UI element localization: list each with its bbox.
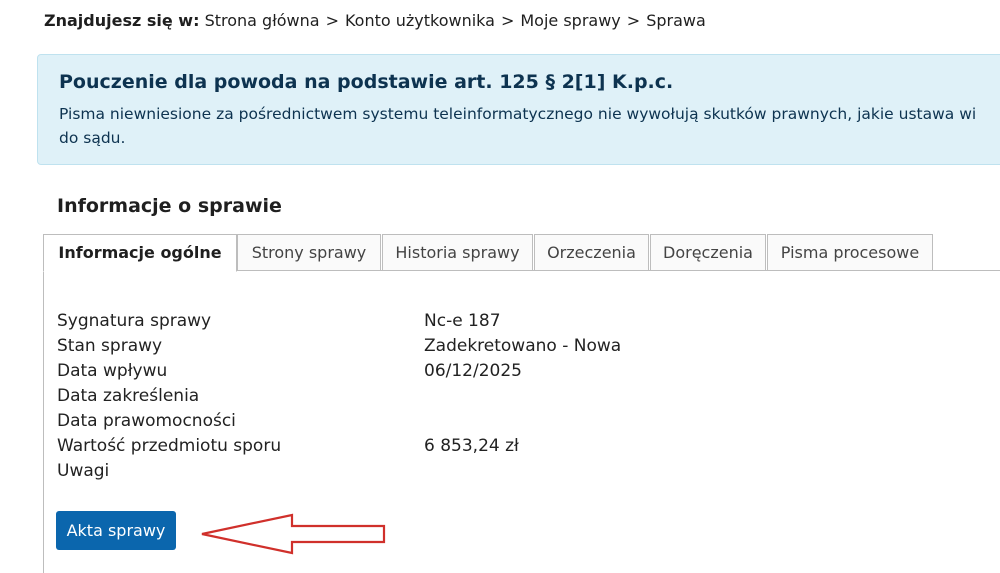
tab-bar: Informacje ogólne Strony sprawy Historia… xyxy=(43,234,1000,272)
breadcrumb-lead: Znajdujesz się w: xyxy=(44,11,200,30)
breadcrumb-separator: > xyxy=(325,11,339,30)
detail-value-status: Zadekretowano - Nowa xyxy=(424,336,622,356)
notice-title: Pouczenie dla powoda na podstawie art. 1… xyxy=(59,71,674,93)
notice-line-1: Pisma niewniesione za pośrednictwem syst… xyxy=(59,105,977,123)
detail-label-filing-date: Data wpływu xyxy=(57,361,168,381)
tab-procedural-documents[interactable]: Pisma procesowe xyxy=(767,234,933,271)
redaction-fade xyxy=(500,312,507,326)
detail-label-dispute-value: Wartość przedmiotu sporu xyxy=(57,436,282,456)
detail-label-status: Stan sprawy xyxy=(57,336,163,356)
detail-label-signature: Sygnatura sprawy xyxy=(57,311,212,331)
panel-border xyxy=(43,271,44,573)
breadcrumb-account-link[interactable]: Konto użytkownika xyxy=(345,11,495,30)
detail-value-signature-text: Nc-e 187 xyxy=(424,311,501,331)
section-title: Informacje o sprawie xyxy=(57,195,282,217)
detail-label-closing-date: Data zakreślenia xyxy=(57,386,200,406)
detail-label-finality-date: Data prawomocności xyxy=(57,411,236,431)
breadcrumb-my-cases-link[interactable]: Moje sprawy xyxy=(520,11,620,30)
breadcrumb-separator: > xyxy=(500,11,515,30)
detail-value-filing-date: 06/12/2025 xyxy=(424,361,522,381)
notice-line-2: do sądu. xyxy=(59,129,126,147)
breadcrumb-separator: > xyxy=(626,11,641,30)
tab-case-parties[interactable]: Strony sprawy xyxy=(237,234,381,271)
case-files-button[interactable]: Akta sprawy xyxy=(56,511,176,550)
tab-deliveries[interactable]: Doręczenia xyxy=(650,234,766,271)
detail-value-signature: Nc-e 187 xyxy=(424,311,507,331)
notice-box: Pouczenie dla powoda na podstawie art. 1… xyxy=(37,54,1000,165)
notice-body: Pisma niewniesione za pośrednictwem syst… xyxy=(59,102,1000,150)
tab-case-history[interactable]: Historia sprawy xyxy=(382,234,533,271)
detail-label-remarks: Uwagi xyxy=(57,461,110,481)
detail-value-dispute-value: 6 853,24 zł xyxy=(424,436,519,456)
breadcrumb: Znajdujesz się w: Strona główna > Konto uż… xyxy=(44,11,706,30)
tab-rulings[interactable]: Orzeczenia xyxy=(534,234,649,271)
breadcrumb-current: Sprawa xyxy=(646,11,706,30)
tab-general-info[interactable]: Informacje ogólne xyxy=(43,234,237,272)
red-outline-arrow-left-icon xyxy=(201,513,386,555)
breadcrumb-home-link[interactable]: Strona główna xyxy=(205,11,320,30)
